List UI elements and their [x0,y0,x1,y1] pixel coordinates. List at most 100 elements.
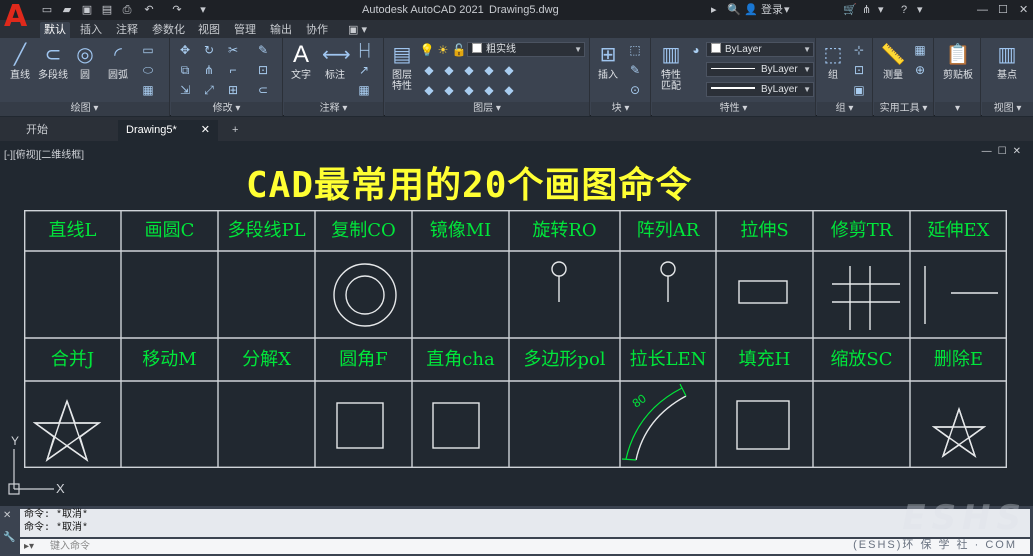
group-button[interactable]: ⬚ 组 [819,42,847,81]
text-button[interactable]: A 文字 [286,42,316,82]
layer-freeze-icon[interactable]: ☀ [435,42,451,58]
dimension-button[interactable]: ⟷ 标注 [320,42,351,81]
tab-drawing5[interactable]: Drawing5* ✕ [118,120,218,141]
insert-block-button[interactable]: ⊞ 插入 [593,42,623,81]
search-dropdown-icon[interactable]: ▸ [711,3,717,17]
block-panel-label[interactable]: 块 ▾ [591,102,650,116]
login-link[interactable]: 登录 [761,3,783,17]
layer-tool-icon[interactable]: ◆ [441,82,457,98]
trim-icon[interactable]: ✂ [225,42,241,58]
autocad-logo[interactable]: A [4,2,34,32]
login-dropdown-icon[interactable]: ▾ [784,3,790,17]
scale-icon[interactable]: ⤢ [201,82,217,98]
tab-collaborate[interactable]: 协作 [302,22,332,38]
tab-default[interactable]: 默认 [40,22,70,38]
tab-annotate[interactable]: 注释 [112,22,142,38]
move-icon[interactable]: ✥ [177,42,193,58]
open-file-icon[interactable]: ▰ [60,3,74,17]
properties-panel-label[interactable]: 特性 ▾ [652,102,815,116]
match-properties-button[interactable]: ▥ 特性 匹配 [654,42,688,92]
share-dropdown-icon[interactable]: ▾ [878,3,884,17]
mirror-icon[interactable]: ⋔ [201,62,217,78]
table-icon[interactable]: ▦ [356,82,372,98]
layer-tool-icon[interactable]: ◆ [441,62,457,78]
ellipse-icon[interactable]: ⬭ [140,62,156,78]
redo-icon[interactable]: ↷ [170,3,184,17]
rectangle-icon[interactable]: ▭ [140,42,156,58]
modify-panel-label[interactable]: 修改 ▾ [171,102,282,116]
quick-access-dropdown-icon[interactable]: ▾ [196,3,210,17]
layer-tool-icon[interactable]: ◆ [461,82,477,98]
cart-icon[interactable]: 🛒 [843,3,857,17]
layer-tool-icon[interactable]: ◆ [461,62,477,78]
linetype-dropdown[interactable]: ByLayer ▼ [706,62,814,77]
offset-icon[interactable]: ⊂ [255,82,271,98]
erase-icon[interactable]: ✎ [255,42,271,58]
maximize-icon[interactable]: ☐ [998,3,1008,17]
layer-tool-icon[interactable]: ◆ [481,62,497,78]
layer-tool-icon[interactable]: ◆ [481,82,497,98]
drawing-viewport[interactable]: [-][俯视][二维线框] —☐✕ CAD最常用的20个画图命令 80 直线L … [0,141,1033,506]
explode-icon[interactable]: ⊡ [255,62,271,78]
array-icon[interactable]: ⊞ [225,82,241,98]
new-file-icon[interactable]: ▭ [40,3,54,17]
save-icon[interactable]: ▣ [80,3,94,17]
command-prompt-icon[interactable]: ▸▾ [24,539,34,554]
layer-tool-icon[interactable]: ◆ [501,62,517,78]
help-dropdown-icon[interactable]: ▾ [917,3,923,17]
share-icon[interactable]: ⋔ [862,3,871,17]
layer-properties-button[interactable]: ▤ 图层 特性 [387,42,417,92]
tab-output[interactable]: 输出 [266,22,296,38]
linear-dim-icon[interactable]: ├┤ [356,42,373,58]
group-select-icon[interactable]: ▣ [851,82,867,98]
undo-icon[interactable]: ↶ [142,3,156,17]
search-icon[interactable]: 🔍 [727,3,741,17]
attribute-icon[interactable]: ⊙ [627,82,643,98]
minimize-icon[interactable]: — [977,3,988,17]
tab-more[interactable]: ▣ ▾ [344,22,371,38]
layer-dropdown[interactable]: 粗实线 ▼ [467,42,585,57]
circle-button[interactable]: ◎ 圆 [70,42,100,81]
tab-manage[interactable]: 管理 [230,22,260,38]
line-button[interactable]: ╱ 直线 [4,42,36,81]
polyline-button[interactable]: ⊂ 多段线 [36,42,70,81]
ungroup-icon[interactable]: ⊹ [851,42,867,58]
color-dropdown[interactable]: ByLayer ▼ [706,42,814,57]
clipboard-button[interactable]: 📋 剪贴板 [939,42,977,81]
stretch-icon[interactable]: ⇲ [177,82,193,98]
layer-tool-icon[interactable]: ◆ [501,82,517,98]
draw-panel-label[interactable]: 绘图 ▾ [0,102,169,116]
annotation-panel-label[interactable]: 注释 ▾ [284,102,383,116]
groups-panel-label[interactable]: 组 ▾ [817,102,872,116]
clipboard-panel-label[interactable]: ▾ [935,102,980,116]
color-wheel-icon[interactable]: ◕ [688,42,704,58]
new-tab-button[interactable]: + [224,120,244,141]
arc-button[interactable]: ◜ 圆弧 [102,42,134,81]
hatch-icon[interactable]: ▦ [140,82,156,98]
help-icon[interactable]: ? [901,3,907,17]
layers-panel-label[interactable]: 图层 ▾ [385,102,589,116]
base-point-button[interactable]: ▥ 基点 [988,42,1026,81]
rotate-icon[interactable]: ↻ [201,42,217,58]
tab-start[interactable]: 开始 [18,120,110,141]
group-edit-icon[interactable]: ⊡ [851,62,867,78]
fillet-icon[interactable]: ⌐ [225,62,241,78]
layer-on-icon[interactable]: 💡 [419,42,435,58]
tab-insert[interactable]: 插入 [76,22,106,38]
id-point-icon[interactable]: ⊕ [912,62,928,78]
user-icon[interactable]: 👤 [744,3,758,17]
command-line-side-controls[interactable]: ✕ 🔧 [3,510,17,543]
save-as-icon[interactable]: ▤ [100,3,114,17]
view-panel-label[interactable]: 视图 ▾ [982,102,1033,116]
layer-tool-icon[interactable]: ◆ [421,82,437,98]
viewport-window-controls[interactable]: —☐✕ [982,146,1027,157]
measure-button[interactable]: 📏 测量 [878,42,908,81]
edit-block-icon[interactable]: ✎ [627,62,643,78]
lineweight-dropdown[interactable]: ByLayer ▼ [706,82,814,97]
tab-parametric[interactable]: 参数化 [148,22,189,38]
create-block-icon[interactable]: ⬚ [627,42,643,58]
leader-icon[interactable]: ↗ [356,62,372,78]
tab-view[interactable]: 视图 [194,22,224,38]
layer-lock-icon[interactable]: 🔓 [451,42,467,58]
close-tab-icon[interactable]: ✕ [201,120,210,141]
